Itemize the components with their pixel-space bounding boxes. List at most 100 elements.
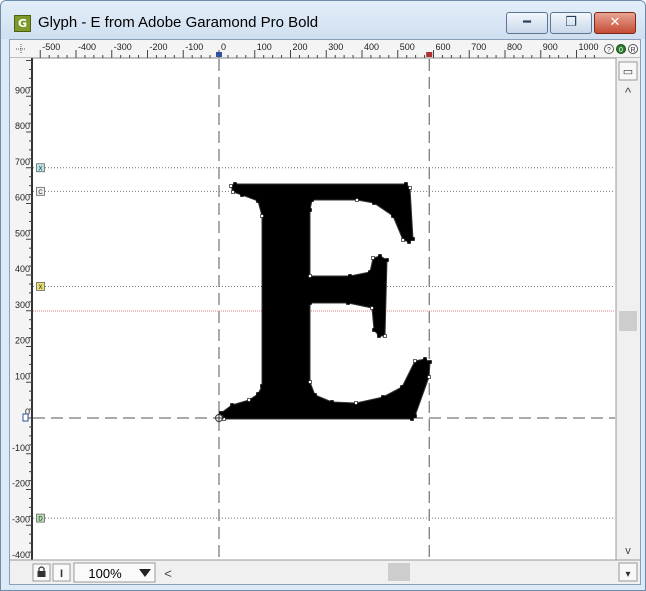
advance-width-marker[interactable] [426,52,433,57]
outline-point[interactable] [260,384,264,388]
outline-point[interactable] [400,385,404,389]
lock-button[interactable] [32,563,51,582]
outline-point[interactable] [308,301,312,305]
glyph-editor-client: -500 -400 -300 -200 -100 0 100 200 300 400 500 600 7… [9,39,641,585]
horizontal-scroll-thumb[interactable] [388,563,410,581]
outline-point[interactable] [219,411,223,415]
outline-point[interactable] [346,301,350,305]
ruler-label: 100 [257,42,272,52]
guide-marker-label: X [38,166,42,172]
title-bar[interactable]: G Glyph - E from Adobe Garamond Pro Bold… [1,1,645,39]
scrollbar-corner-button[interactable]: ▾ [618,562,638,582]
outline-point[interactable] [308,274,312,278]
guide-marker-label: D [38,517,43,523]
vertical-scrollbar[interactable] [616,58,640,560]
outline-point[interactable] [313,393,317,397]
guide-marker-label: X [38,285,42,291]
scrollbar-top-button[interactable]: ▭ [618,61,638,81]
ruler-label: 300 [15,300,30,310]
point-count-icon[interactable]: 0 [616,44,626,55]
outline-point[interactable] [372,201,376,205]
outline-point[interactable] [428,360,432,364]
outline-point[interactable] [370,306,374,310]
outline-point[interactable] [383,334,387,338]
outline-point[interactable] [411,237,415,241]
outline-point[interactable] [372,328,376,332]
outline-point[interactable] [310,198,314,202]
help-icon[interactable]: ? [604,44,614,55]
ruler-label: -100 [185,42,203,52]
ruler-label: 200 [15,336,30,346]
outline-point[interactable] [260,214,264,218]
scroll-down-icon[interactable]: v [625,545,631,557]
glyph-editor-canvas[interactable]: -500 -400 -300 -200 -100 0 100 200 300 400 500 600 7… [10,40,640,584]
ruler-label: 700 [471,42,486,52]
svg-text:▾: ▾ [625,569,630,580]
ruler-label: -400 [78,42,96,52]
ruler-label: -200 [150,42,168,52]
ruler-label: -300 [12,514,30,524]
outline-point[interactable] [330,400,334,404]
ruler-label: 900 [543,42,558,52]
ruler-label: 400 [15,264,30,274]
outline-point[interactable] [410,417,414,421]
outline-point[interactable] [308,208,312,212]
vertical-scroll-thumb[interactable] [619,311,637,331]
guide-marker-label: C [38,190,43,196]
outline-point[interactable] [408,186,412,190]
minimize-button[interactable]: ━ [506,12,548,34]
outline-point[interactable] [233,182,237,186]
italic-button[interactable]: I [52,563,71,582]
outline-point[interactable] [355,198,359,202]
outline-point[interactable] [391,214,395,218]
outline-point[interactable] [427,375,431,379]
outline-point[interactable] [256,199,260,203]
outline-point[interactable] [371,256,375,260]
outline-point[interactable] [378,254,382,258]
outline-point[interactable] [229,184,233,188]
close-button[interactable]: ✕ [594,12,636,34]
svg-text:R: R [630,47,635,54]
outline-point[interactable] [423,357,427,361]
outline-point[interactable] [401,238,405,242]
zoom-select[interactable]: 100% [73,562,156,583]
scroll-left-icon[interactable]: < [164,566,172,581]
origin-ruler-marker[interactable] [22,413,29,422]
outline-point[interactable] [354,401,358,405]
outline-point[interactable] [385,258,389,262]
outline-point[interactable] [256,392,260,396]
outline-point[interactable] [377,334,381,338]
ruler-label: -100 [12,443,30,453]
ruler-label: -200 [12,479,30,489]
maximize-button[interactable]: ❐ [550,12,592,34]
svg-text:▭: ▭ [623,66,633,78]
zoom-value: 100% [88,566,122,581]
ruler-label: -400 [12,550,30,560]
app-icon: G [14,15,31,32]
ruler-label: 800 [15,121,30,131]
ruler-label: -500 [42,42,60,52]
window-title: Glyph - E from Adobe Garamond Pro Bold [38,14,319,31]
outline-point[interactable] [308,380,312,384]
outline-point[interactable] [247,398,251,402]
outline-point[interactable] [413,414,417,418]
svg-text:?: ? [607,47,611,54]
outline-point[interactable] [240,193,244,197]
left-sidebearing-marker[interactable] [216,52,222,57]
svg-text:I: I [60,568,63,580]
outline-point[interactable] [368,270,372,274]
ruler-label: 300 [328,42,343,52]
outline-point[interactable] [407,240,411,244]
outline-point[interactable] [348,274,352,278]
ruler-label: 600 [15,193,30,203]
outline-point[interactable] [230,403,234,407]
outline-point[interactable] [381,395,385,399]
glyph-outline[interactable] [220,183,431,420]
svg-text:0: 0 [619,47,623,54]
ruler-label: 1000 [579,42,599,52]
outline-point[interactable] [404,182,408,186]
outline-point[interactable] [413,359,417,363]
reference-icon[interactable]: R [628,44,638,55]
outline-point[interactable] [231,190,235,194]
scroll-up-icon[interactable]: ^ [625,85,632,100]
